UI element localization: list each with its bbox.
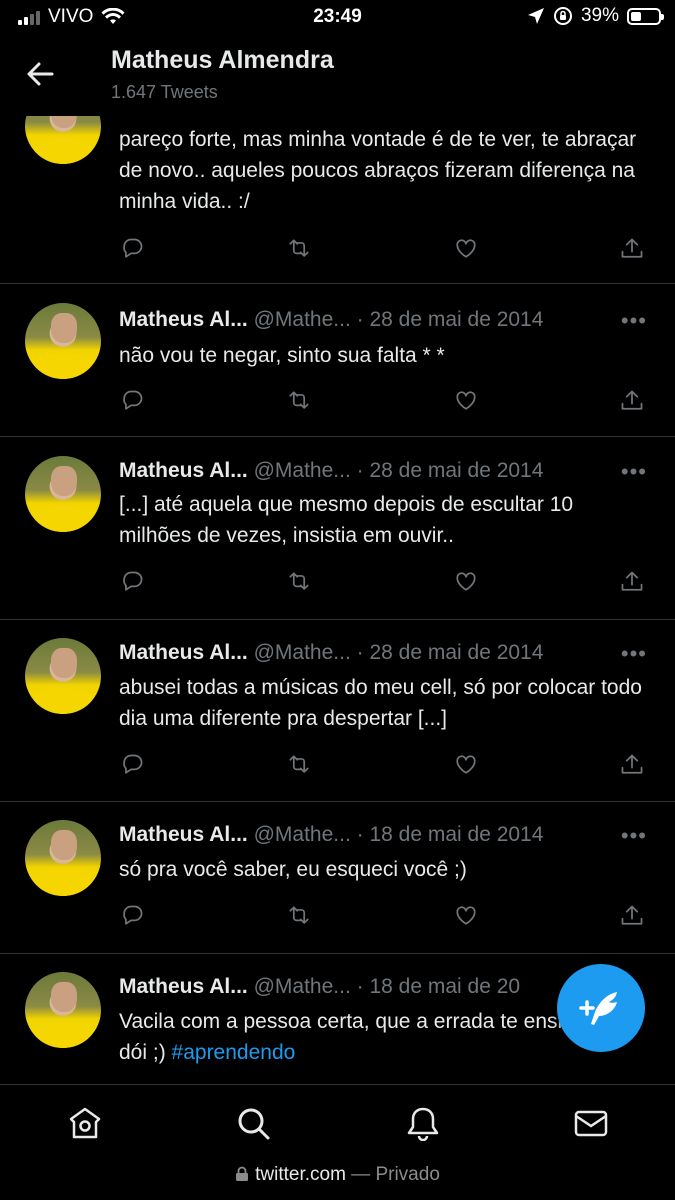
retweet-icon[interactable] (286, 569, 316, 599)
tweet-meta: Matheus Al... @Mathe... · 28 de mai de 2… (119, 459, 543, 483)
author-handle: @Mathe... (253, 823, 351, 846)
avatar[interactable] (25, 638, 101, 714)
tweet-meta: Matheus Al... @Mathe... · 28 de mai de 2… (119, 641, 543, 665)
tweet-partial[interactable]: pareço forte, mas minha vontade é de te … (0, 88, 675, 284)
tweet-meta: Matheus Al... @Mathe... · 18 de mai de 2… (119, 975, 520, 999)
like-icon[interactable] (453, 752, 483, 782)
tweet-text: só pra você saber, eu esqueci você ;) (119, 858, 467, 881)
author-name[interactable]: Matheus Al... (119, 459, 248, 482)
profile-name: Matheus Almendra (111, 46, 334, 74)
tweet-item[interactable]: Matheus Al... @Mathe... · 18 de mai de 2… (0, 802, 675, 954)
browser-url-bar[interactable]: twitter.com — Privado (0, 1164, 675, 1200)
hashtag-link[interactable]: #aprendendo (172, 1041, 296, 1064)
tweet-date[interactable]: · 18 de mai de 20 (357, 975, 520, 998)
share-icon[interactable] (619, 569, 649, 599)
tweet-date[interactable]: · 18 de mai de 2014 (357, 823, 544, 846)
like-icon[interactable] (453, 388, 483, 418)
tweet-date[interactable]: · 28 de mai de 2014 (357, 459, 544, 482)
tweet-text: abusei todas a músicas do meu cell, só p… (119, 676, 642, 730)
retweet-icon[interactable] (286, 903, 316, 933)
tweet-actions (119, 569, 649, 599)
author-name[interactable]: Matheus Al... (119, 641, 248, 664)
back-arrow-icon[interactable] (22, 56, 58, 92)
tweet-item[interactable]: Matheus Al... @Mathe... · 28 de mai de 2… (0, 437, 675, 620)
like-icon[interactable] (453, 569, 483, 599)
share-icon[interactable] (619, 752, 649, 782)
bottom-navigation (0, 1084, 675, 1165)
author-handle: @Mathe... (253, 459, 351, 482)
messages-envelope-icon[interactable] (573, 1105, 609, 1141)
avatar[interactable] (25, 303, 101, 379)
battery-percent: 39% (580, 5, 619, 26)
retweet-icon[interactable] (286, 752, 316, 782)
retweet-icon[interactable] (286, 236, 316, 266)
home-icon[interactable] (67, 1105, 103, 1141)
tweet-date[interactable]: · 28 de mai de 2014 (357, 308, 544, 331)
like-icon[interactable] (453, 236, 483, 266)
more-options-icon[interactable]: ••• (621, 459, 647, 485)
location-icon (527, 8, 544, 24)
notifications-bell-icon[interactable] (405, 1105, 441, 1141)
author-handle: @Mathe... (253, 975, 351, 998)
retweet-icon[interactable] (286, 388, 316, 418)
compose-feather-icon (579, 992, 617, 1025)
avatar[interactable] (25, 820, 101, 896)
share-icon[interactable] (619, 903, 649, 933)
tweet-actions (119, 388, 649, 418)
reply-icon[interactable] (119, 388, 149, 418)
like-icon[interactable] (453, 903, 483, 933)
more-options-icon[interactable]: ••• (621, 823, 647, 849)
tweet-item[interactable]: Matheus Al... @Mathe... · 28 de mai de 2… (0, 284, 675, 437)
profile-header: Matheus Almendra 1.647 Tweets (0, 36, 675, 116)
author-handle: @Mathe... (253, 308, 351, 331)
reply-icon[interactable] (119, 903, 149, 933)
tweet-actions (119, 752, 649, 782)
orientation-lock-icon (553, 7, 572, 25)
compose-tweet-button[interactable] (557, 964, 645, 1052)
battery-icon (627, 7, 664, 25)
tweet-meta: Matheus Al... @Mathe... · 28 de mai de 2… (119, 308, 543, 332)
reply-icon[interactable] (119, 569, 149, 599)
reply-icon[interactable] (119, 236, 149, 266)
tweet-meta: Matheus Al... @Mathe... · 18 de mai de 2… (119, 823, 543, 847)
tweet-date[interactable]: · 28 de mai de 2014 (357, 641, 544, 664)
share-icon[interactable] (619, 236, 649, 266)
author-handle: @Mathe... (253, 641, 351, 664)
url-domain: twitter.com (255, 1164, 346, 1185)
tweet-actions (119, 236, 649, 266)
avatar[interactable] (25, 456, 101, 532)
search-icon[interactable] (235, 1105, 271, 1141)
tweet-count: 1.647 Tweets (111, 82, 218, 102)
status-right: 39% (527, 5, 664, 27)
tweet-item[interactable]: Matheus Al... @Mathe... · 28 de mai de 2… (0, 620, 675, 802)
author-name[interactable]: Matheus Al... (119, 975, 248, 998)
tweet-actions (119, 903, 649, 933)
lock-icon (236, 1166, 249, 1181)
status-bar: VIVO 23:49 39% (0, 0, 675, 36)
tweet-text: [...] até aquela que mesmo depois de esc… (119, 493, 574, 547)
share-icon[interactable] (619, 388, 649, 418)
more-options-icon[interactable]: ••• (621, 641, 647, 667)
author-name[interactable]: Matheus Al... (119, 308, 248, 331)
tweet-text: pareço forte, mas minha vontade é de te … (119, 128, 637, 213)
more-options-icon[interactable]: ••• (621, 308, 647, 334)
avatar[interactable] (25, 972, 101, 1048)
tweet-text: não vou te negar, sinto sua falta * * (119, 344, 445, 367)
url-mode: — Privado (345, 1164, 440, 1185)
reply-icon[interactable] (119, 752, 149, 782)
author-name[interactable]: Matheus Al... (119, 823, 248, 846)
